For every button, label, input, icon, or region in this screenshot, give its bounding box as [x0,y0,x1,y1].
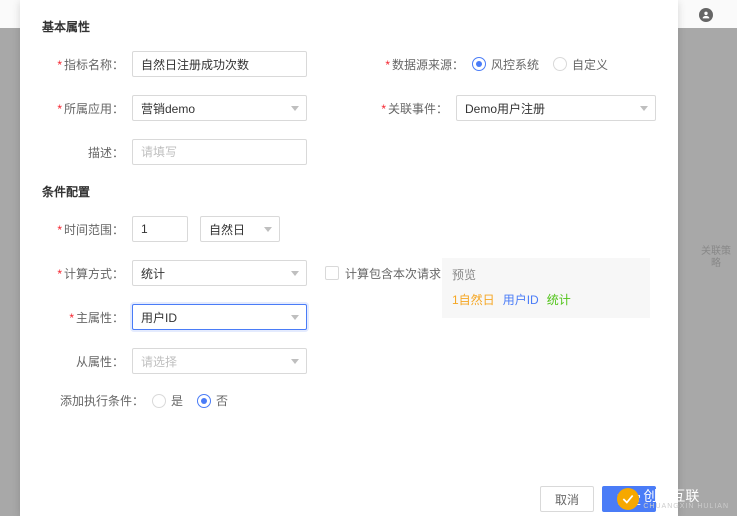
radio-label: 否 [216,392,228,409]
label-desc: 描述： [42,144,132,161]
watermark-main: 创新互联 [643,489,729,503]
metric-config-modal: 基本属性 指标名称： 数据源来源： 风控系统 自定义 所属应用： [20,0,678,516]
preview-attr: 用户ID [503,291,539,308]
user-icon[interactable] [699,8,713,22]
select-value: 统计 [141,265,165,282]
related-event-select[interactable]: Demo用户注册 [456,95,656,121]
label-app: 所属应用： [42,100,132,117]
radio-cond-yes[interactable]: 是 [152,392,183,409]
radio-label: 风控系统 [491,56,539,73]
section-condition-title: 条件配置 [42,183,656,200]
radio-label: 是 [171,392,183,409]
radio-source-custom[interactable]: 自定义 [553,56,608,73]
preview-panel: 预览 1自然日 用户ID 统计 [442,258,650,318]
label-calc-method: 计算方式： [42,265,132,282]
preview-content: 1自然日 用户ID 统计 [452,291,640,308]
label-add-condition: 添加执行条件： [42,392,152,409]
select-value: 自然日 [209,221,245,238]
label-data-source: 数据源来源： [382,56,472,73]
radio-dot-icon [152,394,166,408]
radio-dot-icon [553,57,567,71]
include-current-checkbox[interactable]: 计算包含本次请求 [325,265,441,282]
label-sub-attr: 从属性： [42,353,132,370]
time-range-number-input[interactable] [132,216,188,242]
radio-source-risk[interactable]: 风控系统 [472,56,539,73]
side-column-header: 关联策略 [701,246,731,270]
label-related-event: 关联事件： [366,100,456,117]
checkbox-box-icon [325,266,339,280]
select-placeholder: 请选择 [141,353,177,370]
select-value: 营销demo [141,100,195,117]
select-value: 用户ID [141,309,177,326]
preview-title: 预览 [452,266,640,283]
label-main-attr: 主属性： [42,309,132,326]
watermark-logo-icon [617,488,639,510]
watermark: 创新互联 CHUANGXIN HULIAN [617,488,729,510]
radio-label: 自定义 [572,56,608,73]
calc-method-select[interactable]: 统计 [132,260,307,286]
app-select[interactable]: 营销demo [132,95,307,121]
preview-calc: 统计 [547,291,571,308]
radio-cond-no[interactable]: 否 [197,392,228,409]
time-range-unit-select[interactable]: 自然日 [200,216,280,242]
desc-input[interactable] [132,139,307,165]
main-attr-select[interactable]: 用户ID [132,304,307,330]
data-source-radio-group: 风控系统 自定义 [472,56,608,73]
add-condition-radio-group: 是 否 [152,392,228,409]
cancel-button[interactable]: 取消 [540,486,594,512]
radio-dot-icon [197,394,211,408]
section-basic-title: 基本属性 [42,18,656,35]
sub-attr-select[interactable]: 请选择 [132,348,307,374]
preview-time: 1自然日 [452,291,495,308]
metric-name-input[interactable] [132,51,307,77]
watermark-sub: CHUANGXIN HULIAN [643,503,729,510]
radio-dot-icon [472,57,486,71]
checkbox-label: 计算包含本次请求 [345,265,441,282]
select-value: Demo用户注册 [465,100,545,117]
label-metric-name: 指标名称： [42,56,132,73]
label-time-range: 时间范围： [42,221,132,238]
